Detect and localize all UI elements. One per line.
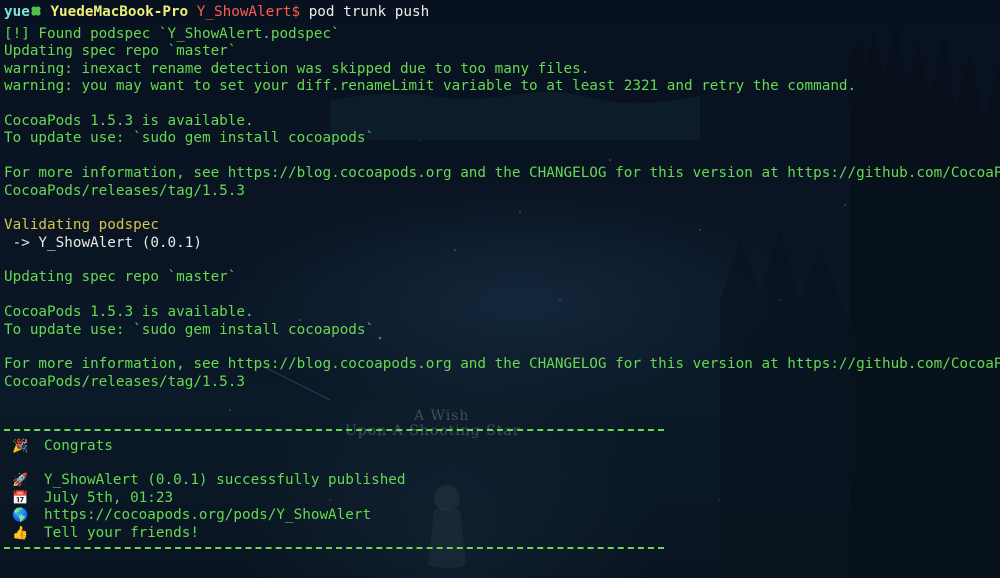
calendar-icon: 📅 [12,490,29,506]
output-update-command-2: To update use: `sudo gem install cocoapo… [4,321,375,338]
published-line: 🚀 Y_ShowAlert (0.0.1) successfully publis… [4,472,996,489]
output-info-2: For more information, see https://blog.c… [4,356,1000,373]
output-updating-repo-2: Updating spec repo `master` [4,269,237,286]
prompt-command[interactable]: pod trunk push [309,4,430,20]
date-line: 📅 July 5th, 01:23 [4,490,996,507]
output-info-1: For more information, see https://blog.c… [4,165,1000,182]
tell-line: 👍 Tell your friends! [4,525,996,542]
party-popper-icon: 🎉 [12,438,29,454]
output-updating-repo: Updating spec repo `master` [4,43,237,60]
terminal-window[interactable]: A Wish Upon A Shooting Star yue YuedeMac… [0,0,1000,578]
output-validating: Validating podspec [4,217,159,234]
prompt-user: yue [4,4,30,20]
prompt-host: YuedeMacBook-Pro [50,4,189,20]
clover-icon [31,6,41,16]
output-update-command-1: To update use: `sudo gem install cocoapo… [4,130,375,147]
url-line: 🌎 https://cocoapods.org/pods/Y_ShowAlert [4,507,996,524]
output-available-2: CocoaPods 1.5.3 is available. [4,304,254,321]
globe-icon: 🌎 [12,508,29,524]
congrats-line: 🎉 Congrats [4,438,996,455]
divider-top [4,428,664,431]
output-info-1-cont: CocoaPods/releases/tag/1.5.3 [4,182,246,199]
congrats-title: Congrats [44,437,113,454]
output-found-podspec: [!] Found podspec `Y_ShowAlert.podspec` [4,26,340,42]
tell-friends-text: Tell your friends! [44,524,199,541]
thumbs-up-icon: 👍 [12,525,29,541]
rocket-icon: 🚀 [12,473,29,489]
output-validating-pod: -> Y_ShowAlert (0.0.1) [4,234,202,251]
terminal-output: yue YuedeMacBook-Pro Y_ShowAlert$ pod tr… [4,2,1000,556]
divider-bottom [4,546,664,549]
output-available-1: CocoaPods 1.5.3 is available. [4,112,254,129]
published-text: Y_ShowAlert (0.0.1) successfully publish… [44,472,406,489]
output-info-2-cont: CocoaPods/releases/tag/1.5.3 [4,373,246,390]
pod-url-link[interactable]: https://cocoapods.org/pods/Y_ShowAlert [44,507,371,523]
prompt-dollar: $ [291,4,301,20]
published-date: July 5th, 01:23 [44,489,174,506]
output-warning-2: warning: you may want to set your diff.r… [4,78,857,95]
output-warning-1: warning: inexact rename detection was sk… [4,60,590,77]
shell-prompt: yue YuedeMacBook-Pro Y_ShowAlert$ pod tr… [4,2,996,22]
prompt-path: Y_ShowAlert [196,4,292,20]
